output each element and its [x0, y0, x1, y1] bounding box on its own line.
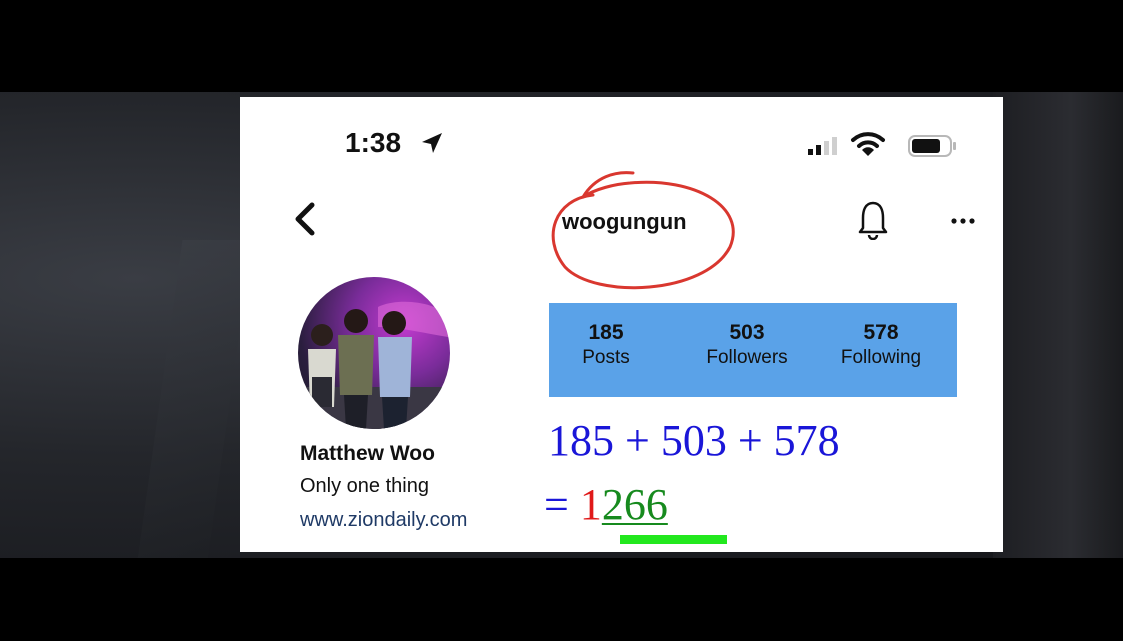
- back-chevron-icon[interactable]: [292, 201, 318, 237]
- profile-screenshot-card: 1:38 woogungun Matthew Woo Only one thin…: [240, 97, 1003, 552]
- result-underline-bar: [620, 535, 727, 544]
- stat-posts-value: 185: [588, 321, 624, 344]
- letterbox-top: [0, 0, 1123, 92]
- signal-icon: [808, 137, 837, 155]
- stat-posts[interactable]: 185 Posts: [567, 321, 645, 371]
- username-title: woogungun: [562, 209, 687, 234]
- result-first-digit: 1: [579, 480, 602, 529]
- profile-website-link[interactable]: www.ziondaily.com: [300, 509, 467, 532]
- stat-following[interactable]: 578 Following: [821, 321, 941, 371]
- stat-followers-value: 503: [729, 321, 765, 344]
- stat-following-label: Following: [840, 347, 922, 368]
- profile-bio: Only one thing: [300, 475, 429, 497]
- location-arrow-icon: [422, 133, 442, 153]
- sum-equation: 185 + 503 + 578: [548, 416, 840, 465]
- stat-followers[interactable]: 503 Followers: [687, 321, 807, 371]
- sum-result: = 1266: [544, 479, 668, 530]
- equals-sign: =: [544, 480, 569, 529]
- result-remaining-digits: 266: [601, 480, 668, 529]
- video-frame: 1:38 woogungun Matthew Woo Only one thin…: [0, 0, 1123, 641]
- status-time: 1:38: [345, 127, 402, 158]
- stat-followers-label: Followers: [706, 347, 788, 368]
- stat-following-value: 578: [863, 321, 899, 344]
- stat-posts-label: Posts: [582, 347, 630, 368]
- avatar[interactable]: [298, 277, 450, 429]
- more-icon[interactable]: [950, 217, 976, 225]
- wifi-icon: [851, 132, 885, 156]
- letterbox-bottom: [0, 558, 1123, 641]
- bell-icon[interactable]: [858, 200, 888, 240]
- stats-highlight: 185 Posts 503 Followers 578 Following: [549, 303, 957, 397]
- profile-display-name: Matthew Woo: [300, 442, 435, 465]
- avatar-photo: [298, 301, 450, 429]
- battery-icon: [908, 135, 956, 157]
